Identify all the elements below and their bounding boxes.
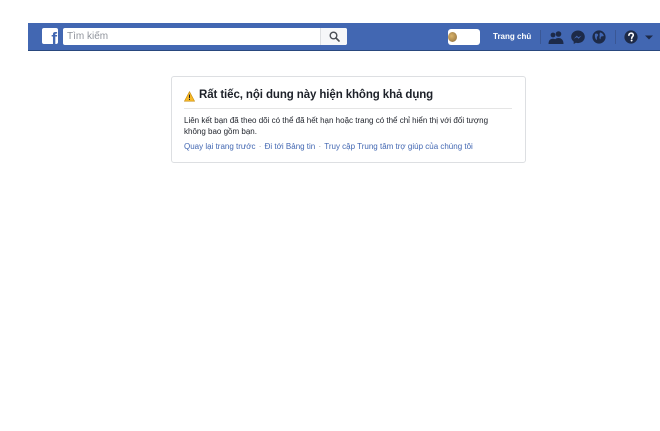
card-header: Rất tiếc, nội dung này hiện không khả dụ… bbox=[184, 89, 512, 109]
friend-requests-button[interactable] bbox=[548, 29, 564, 45]
news-feed-link[interactable]: Đi tới Bảng tin bbox=[265, 142, 316, 151]
search-button[interactable] bbox=[320, 28, 347, 45]
home-link[interactable]: Trang chủ bbox=[493, 32, 531, 41]
link-separator: · bbox=[258, 142, 262, 151]
dropdown-arrow-icon bbox=[645, 35, 653, 40]
facebook-logo[interactable]: f bbox=[42, 28, 58, 44]
nav-divider bbox=[615, 30, 616, 44]
search-box bbox=[63, 28, 347, 45]
unavailable-message: Liên kết bạn đã theo dõi có thể đã hết h… bbox=[184, 116, 489, 136]
messenger-icon bbox=[571, 30, 585, 44]
profile-avatar[interactable] bbox=[448, 29, 480, 45]
search-input[interactable] bbox=[63, 28, 313, 45]
page-title: Rất tiếc, nội dung này hiện không khả dụ… bbox=[199, 89, 434, 101]
page: f Trang chủ bbox=[0, 0, 660, 431]
content-unavailable-card: Rất tiếc, nội dung này hiện không khả dụ… bbox=[171, 76, 526, 163]
friends-icon bbox=[548, 31, 564, 44]
avatar-image bbox=[448, 32, 457, 42]
warning-icon bbox=[184, 91, 195, 102]
link-separator: · bbox=[318, 142, 322, 151]
notifications-globe-icon bbox=[592, 30, 606, 44]
account-menu-button[interactable] bbox=[643, 29, 655, 45]
notifications-button[interactable] bbox=[591, 29, 607, 45]
help-button[interactable] bbox=[623, 29, 639, 45]
logo-letter: f bbox=[51, 29, 57, 44]
help-icon bbox=[624, 30, 638, 44]
messages-button[interactable] bbox=[570, 29, 586, 45]
search-icon bbox=[329, 31, 340, 42]
top-navigation-bar: f Trang chủ bbox=[28, 23, 660, 51]
go-back-link[interactable]: Quay lại trang trước bbox=[184, 142, 256, 151]
card-links: Quay lại trang trước · Đi tới Bảng tin ·… bbox=[184, 142, 473, 151]
help-center-link[interactable]: Truy cập Trung tâm trợ giúp của chúng tô… bbox=[324, 142, 473, 151]
nav-divider bbox=[540, 30, 541, 44]
